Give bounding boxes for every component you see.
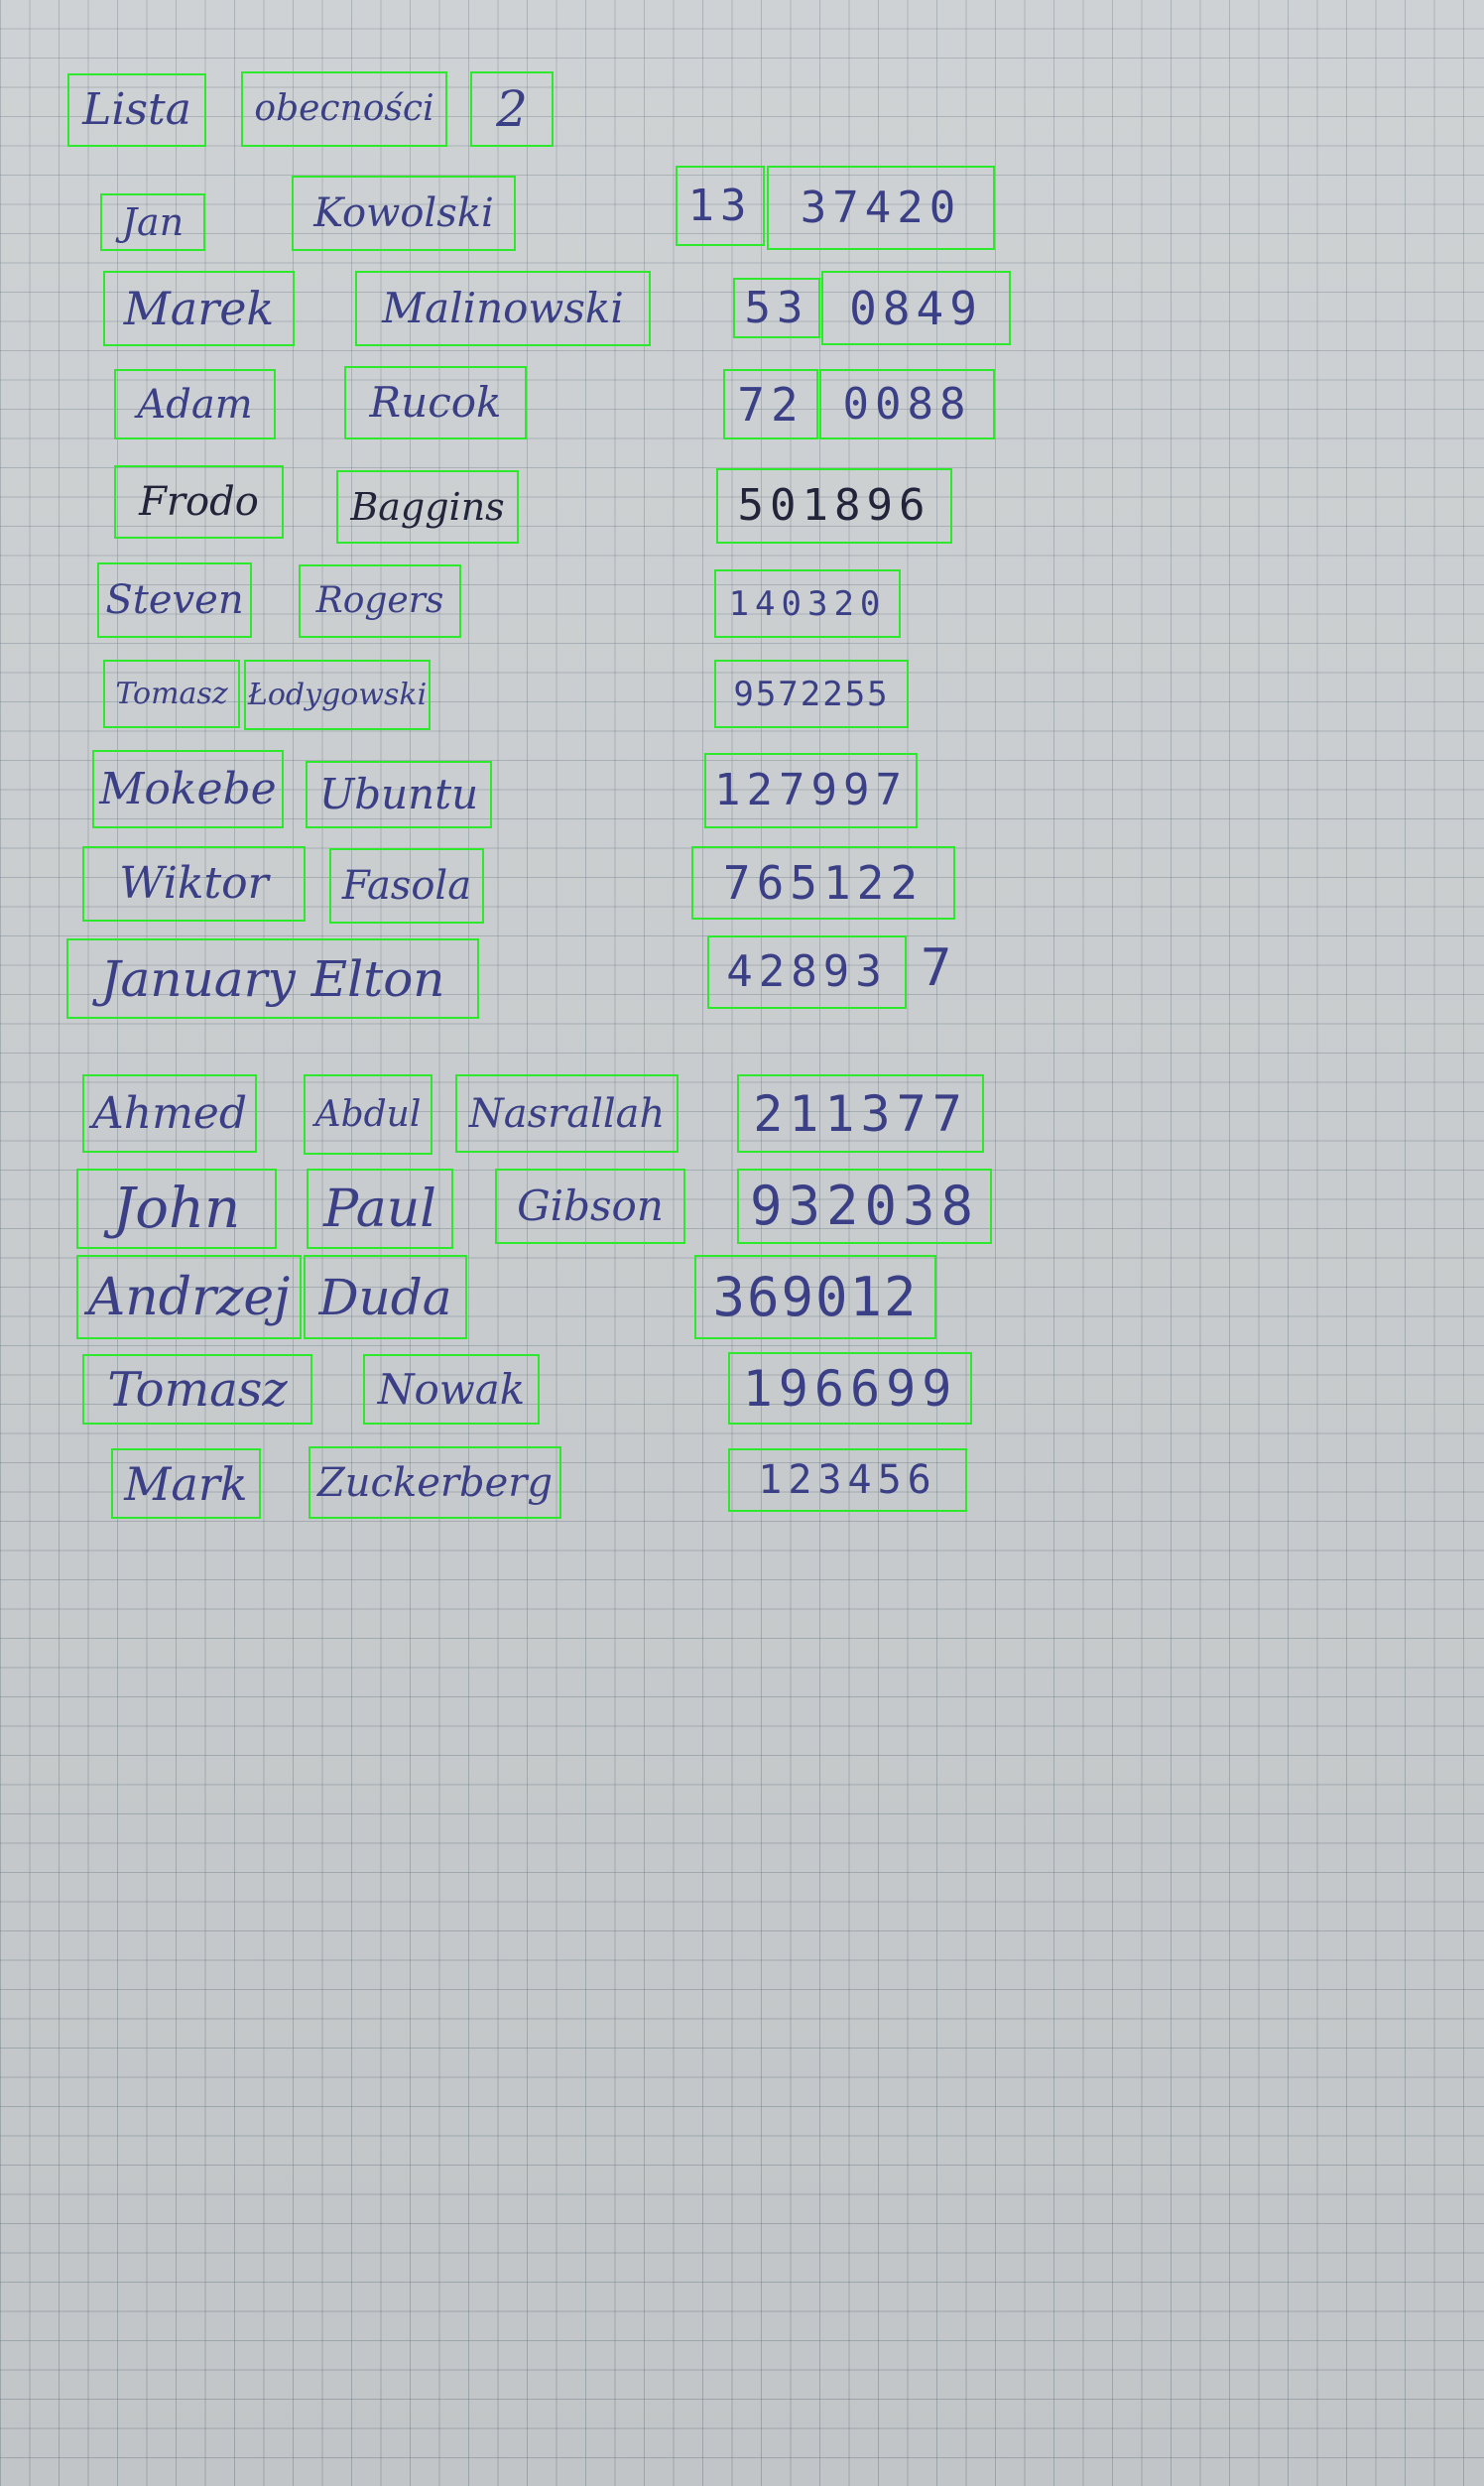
last-name: Malinowski xyxy=(355,271,651,346)
student-number-part: 0849 xyxy=(821,271,1011,345)
first-name: Frodo xyxy=(114,465,284,539)
student-number: 501896 xyxy=(716,468,952,544)
middle-name: Paul xyxy=(307,1169,453,1249)
first-name: Wiktor xyxy=(82,846,306,922)
middle-name: Abdul xyxy=(304,1074,433,1155)
last-name: Rucok xyxy=(344,366,527,439)
student-number: 932038 xyxy=(737,1169,992,1244)
student-number-part: 72 xyxy=(723,369,818,439)
first-name: Tomasz xyxy=(103,660,240,728)
last-name: Rogers xyxy=(299,564,461,638)
student-number: 765122 xyxy=(691,846,955,920)
stray-digit: 7 xyxy=(921,938,952,998)
student-number-part: 13 xyxy=(676,166,765,246)
first-name: Mokebe xyxy=(92,750,284,828)
last-name: Zuckerberg xyxy=(309,1446,561,1519)
first-name: Jan xyxy=(100,193,205,251)
last-name: Nasrallah xyxy=(455,1074,679,1153)
student-number-part: 53 xyxy=(733,278,820,338)
student-number: 127997 xyxy=(704,753,918,828)
student-number-part: 37420 xyxy=(767,166,995,250)
last-name: Fasola xyxy=(329,848,484,924)
student-number: 211377 xyxy=(737,1074,984,1153)
last-name: Duda xyxy=(304,1255,467,1339)
last-name: Ubuntu xyxy=(306,761,492,828)
student-number: 9572255 xyxy=(714,660,909,728)
first-name: Marek xyxy=(103,271,295,346)
student-number: 196699 xyxy=(728,1352,972,1425)
last-name: Łodygowski xyxy=(244,660,431,730)
first-name: Adam xyxy=(114,369,276,439)
student-number: 123456 xyxy=(728,1448,967,1512)
first-name: John xyxy=(76,1169,277,1249)
full-name: January Elton xyxy=(66,938,479,1019)
last-name: Gibson xyxy=(495,1169,685,1244)
first-name: Ahmed xyxy=(82,1074,257,1153)
first-name: Andrzej xyxy=(76,1255,302,1339)
title-word-obecnosci: obecności xyxy=(241,71,447,147)
first-name: Tomasz xyxy=(82,1354,312,1425)
first-name: Steven xyxy=(97,562,252,638)
student-number: 140320 xyxy=(714,569,901,638)
last-name: Nowak xyxy=(363,1354,540,1425)
title-word-lista: Lista xyxy=(67,73,206,147)
title-number: 2 xyxy=(470,71,554,147)
student-number: 42893 xyxy=(707,935,907,1009)
last-name: Kowolski xyxy=(292,176,516,251)
last-name: Baggins xyxy=(336,470,519,544)
first-name: Mark xyxy=(111,1448,261,1519)
student-number-part: 0088 xyxy=(819,369,995,439)
student-number: 369012 xyxy=(694,1255,936,1339)
